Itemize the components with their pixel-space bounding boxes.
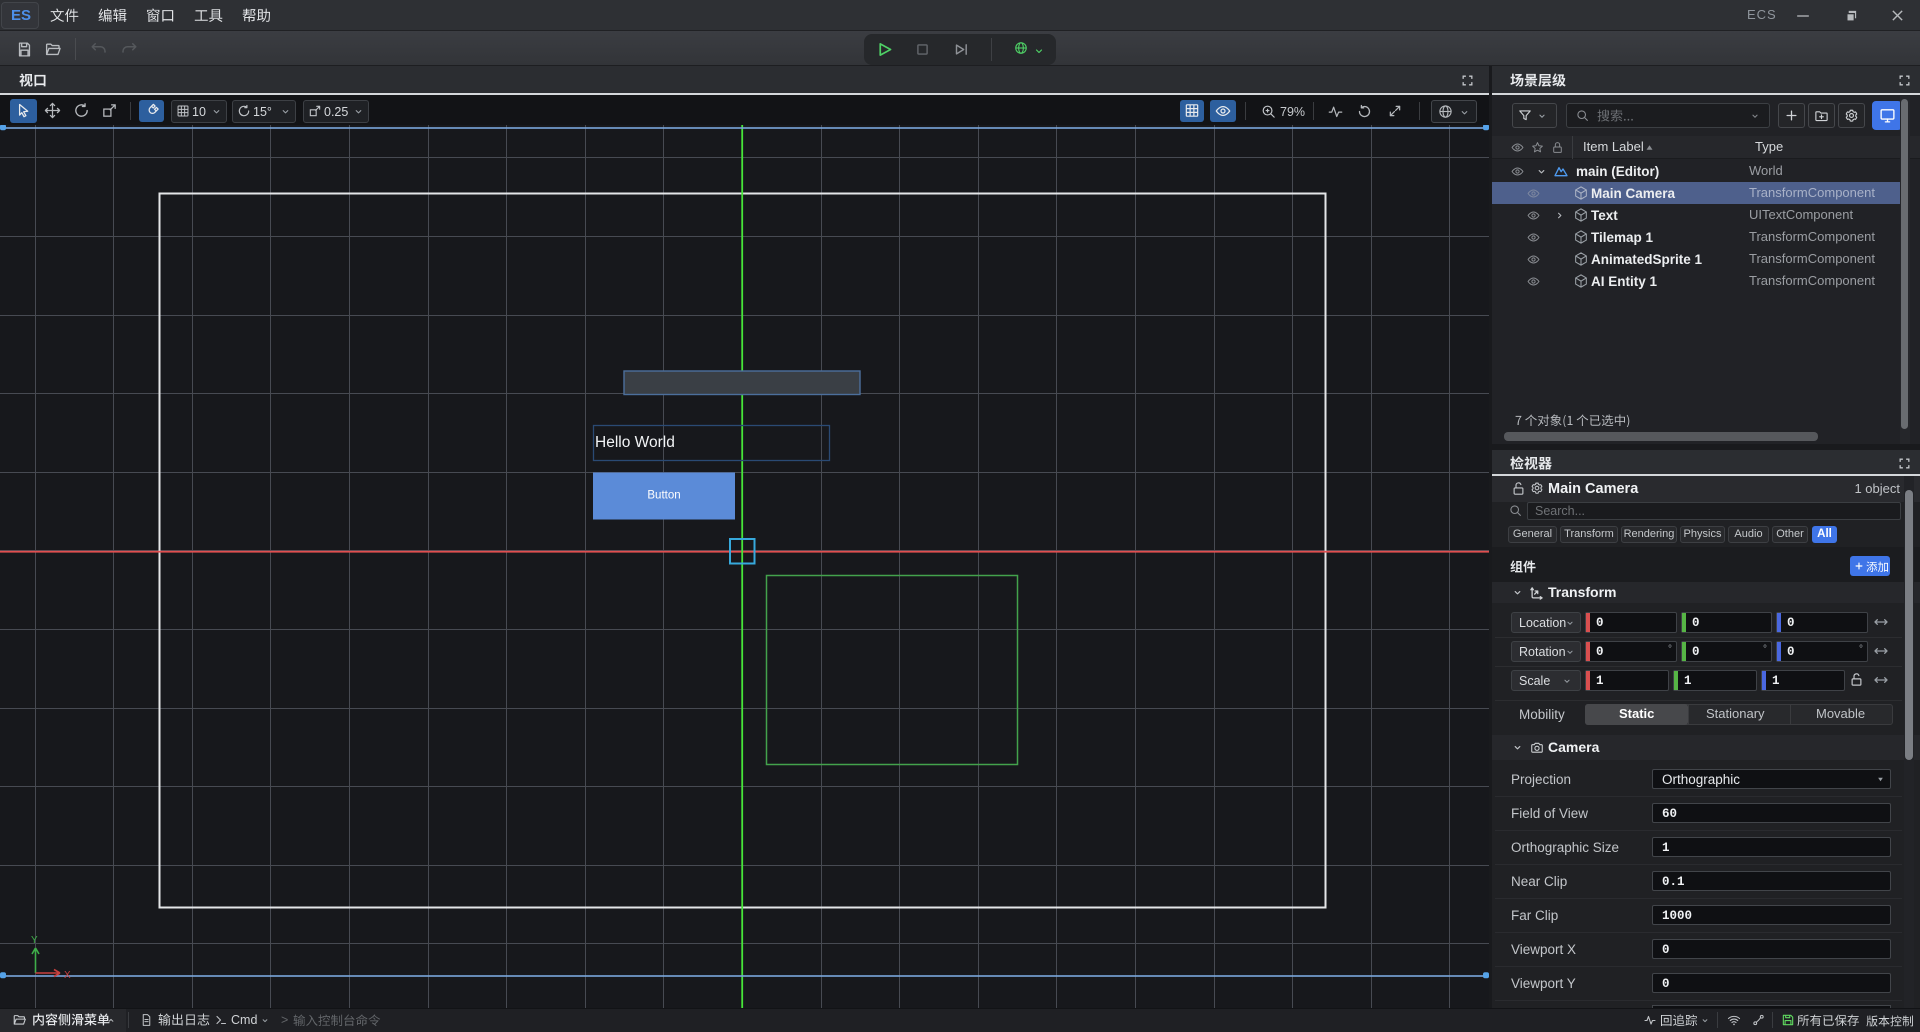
svg-text:X: X: [64, 970, 71, 981]
svg-text:Button: Button: [647, 490, 680, 502]
svg-text:Hello World: Hello World: [595, 434, 675, 451]
svg-text:Y: Y: [31, 935, 38, 946]
